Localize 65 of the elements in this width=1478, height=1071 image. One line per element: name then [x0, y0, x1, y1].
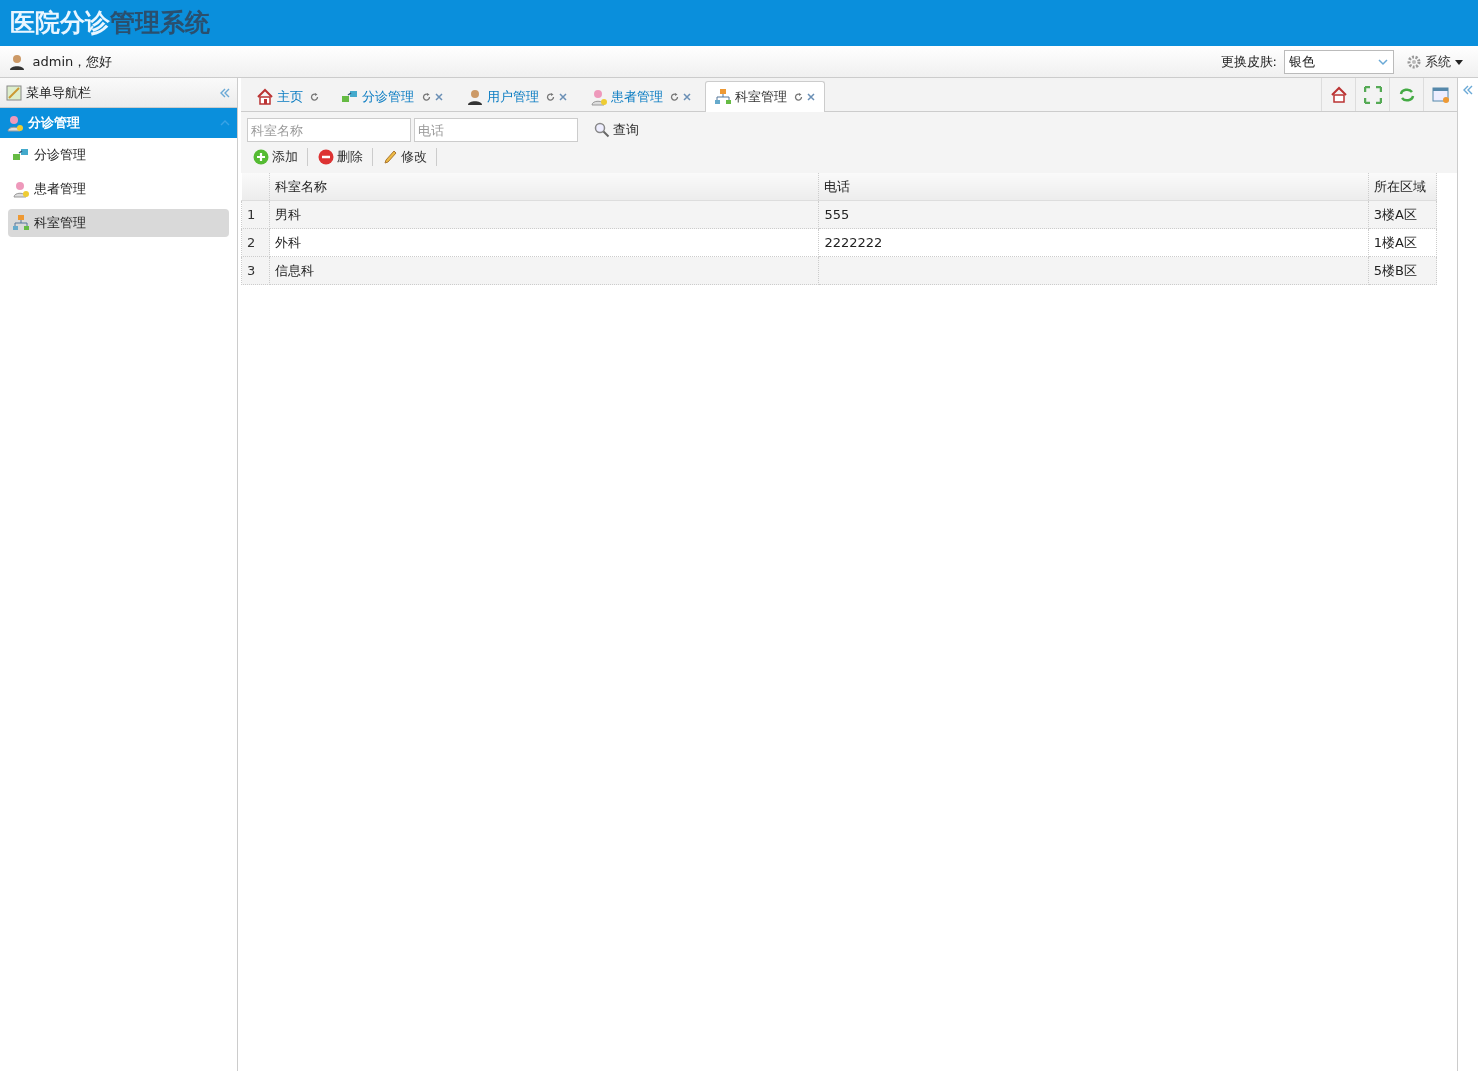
table-cell: 3楼A区: [1368, 200, 1437, 229]
person-icon: [6, 114, 24, 132]
table-cell: 外科: [269, 228, 819, 257]
app-title: 医院分诊管理系统: [10, 8, 210, 38]
refresh-icon[interactable]: [793, 92, 804, 102]
tab[interactable]: 用户管理: [456, 81, 577, 111]
person-icon: [12, 180, 30, 198]
close-icon[interactable]: [433, 91, 444, 102]
close-icon[interactable]: [806, 92, 817, 102]
fullscreen-icon: [1363, 85, 1382, 104]
refresh-icon[interactable]: [669, 91, 679, 102]
search-button[interactable]: 查询: [588, 118, 645, 142]
network-icon: [12, 214, 30, 232]
accordion-header[interactable]: 分诊管理: [0, 108, 237, 138]
search-field[interactable]: 科室名称: [247, 118, 411, 142]
toolbar-button[interactable]: 添加: [247, 145, 304, 169]
user-avatar-icon: [8, 52, 26, 71]
accordion-title: 分诊管理: [28, 114, 80, 133]
tab[interactable]: 患者管理: [580, 81, 701, 111]
close-icon[interactable]: [557, 91, 568, 102]
pencil-icon: [382, 149, 398, 165]
skin-label: 更换皮肤:: [1220, 52, 1277, 71]
table-cell: 2222222: [818, 228, 1369, 257]
column-header: 科室名称: [269, 172, 819, 201]
skin-select[interactable]: 银色: [1283, 49, 1394, 74]
table-cell: 信息科: [269, 256, 819, 285]
tab[interactable]: 分诊管理: [332, 81, 453, 111]
menu-item[interactable]: 患者管理: [8, 175, 229, 203]
search-icon: [594, 122, 610, 138]
expand-icon[interactable]: [1462, 84, 1474, 96]
menu-item[interactable]: 分诊管理: [8, 141, 229, 169]
search-field[interactable]: 电话: [414, 118, 579, 142]
tab[interactable]: 主页: [247, 81, 329, 111]
toolbar-button[interactable]: 删除: [311, 145, 369, 169]
row-number: 1: [241, 200, 270, 229]
refresh-icon[interactable]: [420, 91, 431, 102]
refresh-icon: [1397, 85, 1416, 104]
tab[interactable]: 科室管理: [705, 81, 826, 112]
refresh-icon[interactable]: [309, 91, 320, 102]
table-cell: 1楼A区: [1368, 228, 1437, 257]
row-number: 3: [241, 256, 270, 285]
table-cell: 555: [818, 200, 1369, 229]
table-cell: 男科: [269, 200, 819, 229]
person-icon: [589, 87, 608, 106]
map-icon: [6, 84, 22, 101]
person-icon: [465, 87, 484, 106]
sidebar-title: 菜单导航栏: [26, 83, 91, 102]
minus-icon: [317, 149, 334, 165]
network-icon: [714, 88, 732, 106]
toolbar-button[interactable]: 修改: [376, 145, 433, 169]
greeting-text: admin，您好: [32, 52, 113, 71]
column-header: 所在区域: [1368, 172, 1437, 201]
home-icon: [1329, 85, 1348, 104]
plus-icon: [253, 149, 269, 165]
close-icon[interactable]: [682, 91, 692, 102]
table-cell: 5楼B区: [1368, 256, 1437, 285]
refresh-icon[interactable]: [544, 91, 555, 102]
system-menu[interactable]: 系统: [1400, 49, 1470, 74]
column-header: 电话: [818, 172, 1369, 201]
menu-item[interactable]: 科室管理: [8, 209, 229, 237]
window-icon: [1431, 85, 1450, 104]
gear-icon: [1406, 53, 1422, 70]
row-number: 2: [241, 228, 270, 257]
house-icon: [256, 87, 274, 106]
collapse-icon[interactable]: [219, 86, 231, 99]
